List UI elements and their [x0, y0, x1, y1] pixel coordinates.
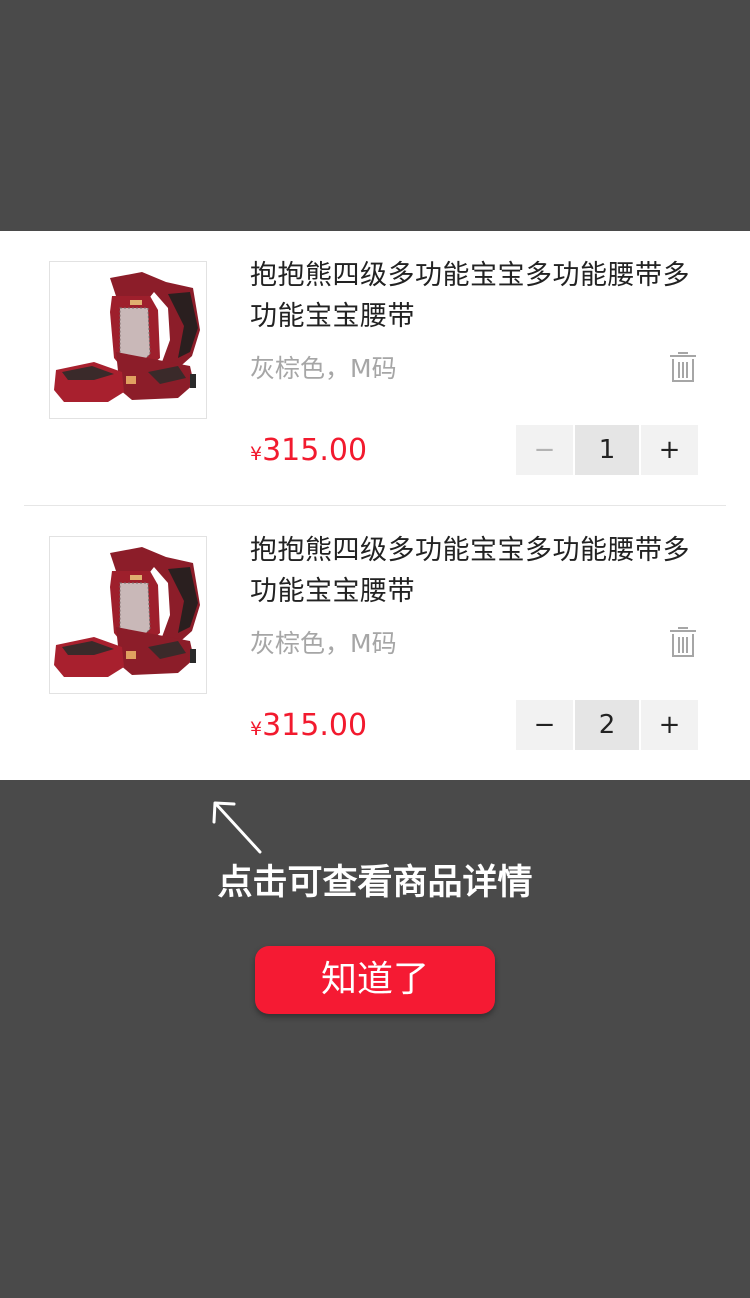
- product-thumbnail[interactable]: [49, 536, 207, 694]
- product-title[interactable]: 抱抱熊四级多功能宝宝多功能腰带多功能宝宝腰带: [250, 530, 710, 612]
- currency-symbol: ¥: [250, 718, 263, 740]
- trash-icon-graphic: [670, 352, 696, 382]
- cart-item[interactable]: 抱抱熊四级多功能宝宝多功能腰带多功能宝宝腰带 灰棕色，M码 ¥315.00 − …: [0, 506, 750, 780]
- quantity-stepper: − 2 +: [516, 700, 698, 750]
- product-thumbnail[interactable]: [49, 261, 207, 419]
- quantity-stepper: − 1 +: [516, 425, 698, 475]
- price-amount: 315.00: [262, 433, 368, 468]
- quantity-value[interactable]: 1: [575, 425, 639, 475]
- guide-hint-text: 点击可查看商品详情: [217, 863, 533, 903]
- got-it-button[interactable]: 知道了: [255, 946, 495, 1014]
- arrow-up-left-icon: [206, 796, 268, 858]
- quantity-value[interactable]: 2: [575, 700, 639, 750]
- baby-carrier-image: [54, 547, 200, 677]
- product-title[interactable]: 抱抱熊四级多功能宝宝多功能腰带多功能宝宝腰带: [250, 255, 710, 337]
- decrease-button[interactable]: −: [516, 425, 573, 475]
- trash-icon[interactable]: [668, 351, 698, 383]
- arrow-up-left-icon-graphic: [212, 801, 262, 854]
- product-price: ¥315.00: [250, 428, 367, 478]
- increase-button[interactable]: +: [641, 425, 698, 475]
- decrease-button[interactable]: −: [516, 700, 573, 750]
- baby-carrier-image: [54, 272, 200, 402]
- trash-icon-graphic: [670, 627, 696, 657]
- product-variant: 灰棕色，M码: [250, 629, 397, 658]
- product-variant: 灰棕色，M码: [250, 354, 397, 383]
- cart-item[interactable]: 抱抱熊四级多功能宝宝多功能腰带多功能宝宝腰带 灰棕色，M码 ¥315.00 − …: [0, 231, 750, 505]
- trash-icon[interactable]: [668, 626, 698, 658]
- product-price: ¥315.00: [250, 703, 367, 753]
- price-amount: 315.00: [262, 708, 368, 743]
- cart-list: 抱抱熊四级多功能宝宝多功能腰带多功能宝宝腰带 灰棕色，M码 ¥315.00 − …: [0, 231, 750, 780]
- currency-symbol: ¥: [250, 443, 263, 465]
- increase-button[interactable]: +: [641, 700, 698, 750]
